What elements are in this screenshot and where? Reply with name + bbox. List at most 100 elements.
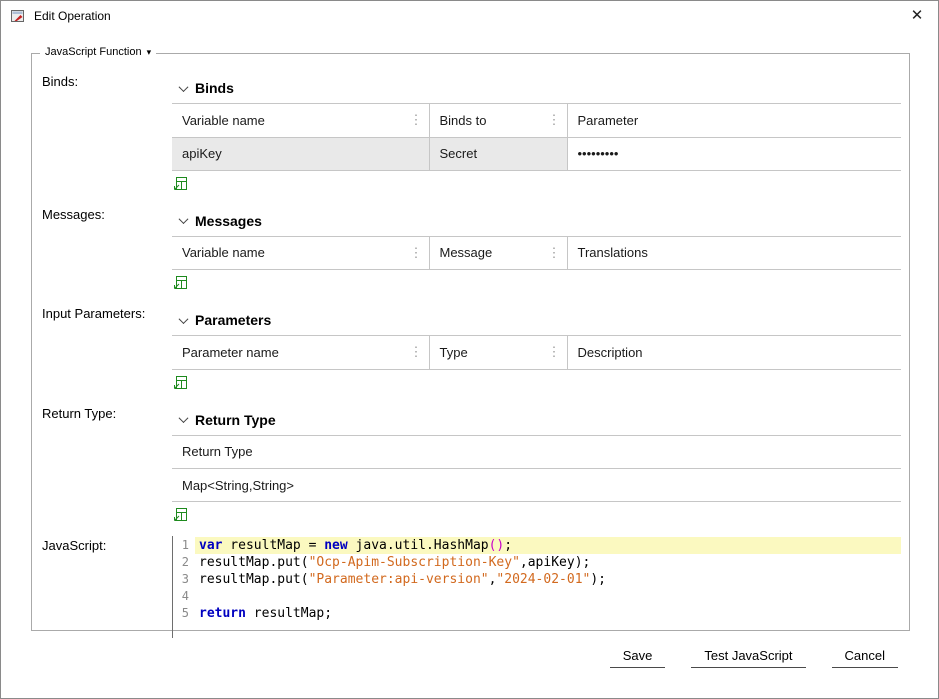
code-line[interactable]: 2resultMap.put("Ocp-Apim-Subscription-Ke… xyxy=(173,554,901,571)
section-parameters: Parameters Parameter name ⋮ Type ⋮ Descripti… xyxy=(172,304,901,393)
add-row-icon xyxy=(173,507,188,522)
column-label: Return Type xyxy=(182,444,253,459)
column-menu-icon[interactable]: ⋮ xyxy=(410,112,423,128)
messages-header-row: Variable name ⋮ Message ⋮ Translations xyxy=(172,237,901,270)
code-text: resultMap.put("Ocp-Apim-Subscription-Key… xyxy=(195,554,901,571)
parameters-table: Parameter name ⋮ Type ⋮ Description xyxy=(172,336,901,370)
column-label: Parameter name xyxy=(182,345,279,360)
line-number: 4 xyxy=(173,588,195,605)
section-binds: Binds Variable name ⋮ Binds to ⋮ Parameter ap… xyxy=(172,72,901,194)
return-type-section-header[interactable]: Return Type xyxy=(172,404,901,436)
column-label: Translations xyxy=(578,245,648,260)
parameters-section-header[interactable]: Parameters xyxy=(172,304,901,336)
code-text: return resultMap; xyxy=(195,605,901,622)
chevron-down-icon xyxy=(179,413,189,423)
column-label: Message xyxy=(440,245,493,260)
add-row-icon xyxy=(173,375,188,390)
chevron-down-icon xyxy=(179,214,189,224)
column-label: Type xyxy=(440,345,468,360)
table-cell[interactable]: apiKey xyxy=(172,137,429,170)
column-header[interactable]: Description xyxy=(567,336,901,369)
line-number: 2 xyxy=(173,554,195,571)
binds-row: Binds: Binds Variable name⋮Binds to⋮Para… xyxy=(42,72,901,194)
line-number: 1 xyxy=(173,537,195,554)
column-header[interactable]: Binds to ⋮ xyxy=(429,104,567,137)
column-header[interactable]: Variable name ⋮ xyxy=(172,237,429,270)
code-line[interactable]: 5return resultMap; xyxy=(173,605,901,622)
test-javascript-button[interactable]: Test JavaScript xyxy=(691,645,805,668)
close-icon[interactable]: ✕ xyxy=(904,3,930,29)
return-type-table: Return Type Map<String,String> xyxy=(172,436,901,503)
column-header[interactable]: Parameter name ⋮ xyxy=(172,336,429,369)
edit-return-type-button[interactable] xyxy=(173,507,188,523)
messages-section-header[interactable]: Messages xyxy=(172,205,901,237)
column-header[interactable]: Message ⋮ xyxy=(429,237,567,270)
add-bind-button[interactable] xyxy=(173,176,188,192)
binds-header-row: Variable name ⋮ Binds to ⋮ Parameter xyxy=(172,104,901,137)
code-line[interactable]: 3resultMap.put("Parameter:api-version","… xyxy=(173,571,901,588)
messages-table: Variable name ⋮ Message ⋮ Translations xyxy=(172,237,901,271)
code-line[interactable]: 1var resultMap = new java.util.HashMap()… xyxy=(173,537,901,554)
code-text xyxy=(195,588,901,605)
code-text: var resultMap = new java.util.HashMap(); xyxy=(195,537,901,554)
groupbox-dropdown-icon[interactable]: ▾ xyxy=(147,47,152,58)
column-label: Variable name xyxy=(182,113,265,128)
javascript-function-groupbox: JavaScript Function ▾ Binds: Binds Varia… xyxy=(31,53,910,631)
table-row: Map<String,String> xyxy=(172,469,901,502)
return_type-header-row: Return Type xyxy=(172,436,901,469)
return-type-row: Return Type: Return Type Return Type Map<… xyxy=(42,404,901,526)
edit-operation-dialog: Edit Operation ✕ JavaScript Function ▾ B… xyxy=(0,0,939,699)
app-icon xyxy=(10,8,26,24)
footer-buttons: Save Test JavaScript Cancel xyxy=(1,645,898,668)
groupbox-label: JavaScript Function xyxy=(45,46,142,58)
table-row: apiKeySecret••••••••• xyxy=(172,137,901,170)
window-title: Edit Operation xyxy=(34,9,111,23)
column-menu-icon[interactable]: ⋮ xyxy=(548,245,561,261)
column-header[interactable]: Type ⋮ xyxy=(429,336,567,369)
binds-section-title: Binds xyxy=(195,80,234,96)
code-line[interactable]: 4 xyxy=(173,588,901,605)
table-cell[interactable]: ••••••••• xyxy=(567,137,901,170)
binds-section-header[interactable]: Binds xyxy=(172,72,901,104)
line-number: 5 xyxy=(173,605,195,622)
section-messages: Messages Variable name ⋮ Message ⋮ Translati… xyxy=(172,205,901,294)
column-label: Binds to xyxy=(440,113,487,128)
binds-table: Variable name ⋮ Binds to ⋮ Parameter apiKeySe… xyxy=(172,104,901,171)
javascript-editor[interactable]: 1var resultMap = new java.util.HashMap()… xyxy=(172,536,901,638)
column-menu-icon[interactable]: ⋮ xyxy=(548,112,561,128)
column-label: Description xyxy=(578,345,643,360)
messages-section-title: Messages xyxy=(195,213,262,229)
input-parameters-label: Input Parameters: xyxy=(42,304,172,393)
chevron-down-icon xyxy=(179,82,189,92)
titlebar: Edit Operation ✕ xyxy=(1,1,938,31)
column-header[interactable]: Variable name ⋮ xyxy=(172,104,429,137)
add-row-icon xyxy=(173,275,188,290)
messages-label: Messages: xyxy=(42,205,172,294)
column-menu-icon[interactable]: ⋮ xyxy=(548,344,561,360)
column-menu-icon[interactable]: ⋮ xyxy=(410,344,423,360)
groupbox-header: JavaScript Function ▾ xyxy=(40,46,156,58)
section-return-type: Return Type Return Type Map<String,String… xyxy=(172,404,901,526)
column-header[interactable]: Return Type xyxy=(172,436,901,469)
javascript-label: JavaScript: xyxy=(42,536,172,638)
table-cell[interactable]: Secret xyxy=(429,137,567,170)
column-label: Parameter xyxy=(578,113,639,128)
parameters-row: Input Parameters: Parameters Parameter n… xyxy=(42,304,901,393)
column-header[interactable]: Parameter xyxy=(567,104,901,137)
add-message-button[interactable] xyxy=(173,275,188,291)
cancel-button[interactable]: Cancel xyxy=(832,645,898,668)
parameters-header-row: Parameter name ⋮ Type ⋮ Description xyxy=(172,336,901,369)
line-number: 3 xyxy=(173,571,195,588)
column-menu-icon[interactable]: ⋮ xyxy=(410,245,423,261)
return-type-section-title: Return Type xyxy=(195,412,276,428)
code-lines: 1var resultMap = new java.util.HashMap()… xyxy=(173,537,901,622)
add-parameter-button[interactable] xyxy=(173,375,188,391)
chevron-down-icon xyxy=(179,314,189,324)
return-type-label: Return Type: xyxy=(42,404,172,526)
column-label: Variable name xyxy=(182,245,265,260)
messages-row: Messages: Messages Variable name⋮Message… xyxy=(42,205,901,294)
table-cell[interactable]: Map<String,String> xyxy=(172,469,901,502)
code-text: resultMap.put("Parameter:api-version","2… xyxy=(195,571,901,588)
save-button[interactable]: Save xyxy=(610,645,666,668)
column-header[interactable]: Translations xyxy=(567,237,901,270)
